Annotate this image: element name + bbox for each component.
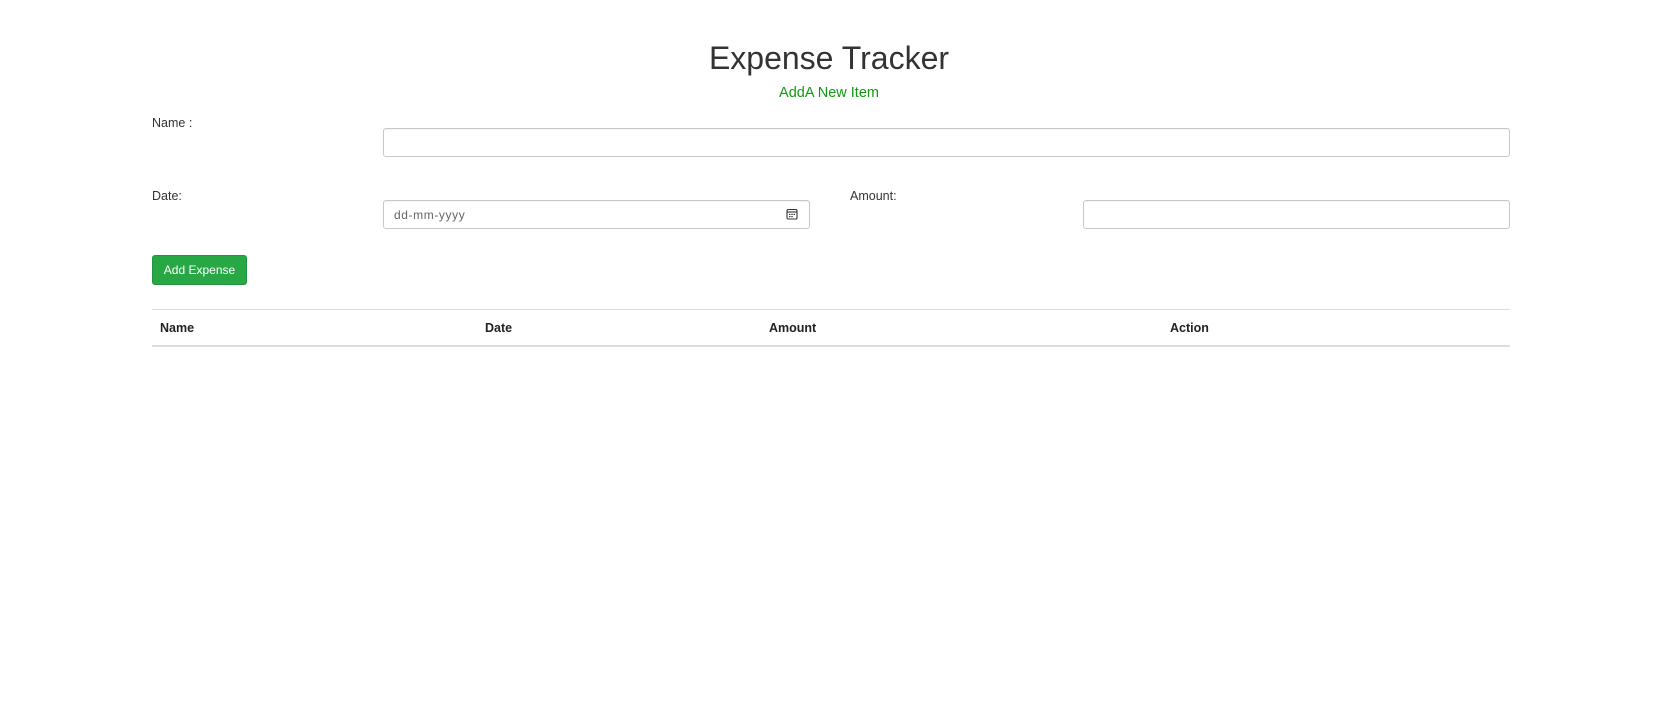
column-header-date: Date (485, 321, 513, 335)
date-field[interactable] (383, 200, 810, 229)
page-title: Expense Tracker (708, 40, 950, 76)
add-expense-button[interactable]: Add Expense (152, 255, 247, 285)
date-label: Date: (152, 189, 182, 203)
expense-table-header: Name Date Amount Action (152, 309, 1510, 347)
calendar-icon[interactable] (786, 208, 798, 220)
amount-label: Amount: (850, 189, 897, 203)
column-header-action: Action (1170, 321, 1209, 335)
column-header-name: Name (160, 321, 195, 335)
name-input[interactable] (383, 128, 1510, 157)
column-header-amount: Amount (769, 321, 817, 335)
expense-tracker-page: Expense Tracker AddA New Item Name : Dat… (0, 0, 1672, 705)
amount-input[interactable] (1083, 200, 1510, 229)
page-subtitle: AddA New Item (779, 85, 879, 101)
date-input[interactable] (383, 200, 810, 229)
name-label: Name : (152, 116, 193, 130)
